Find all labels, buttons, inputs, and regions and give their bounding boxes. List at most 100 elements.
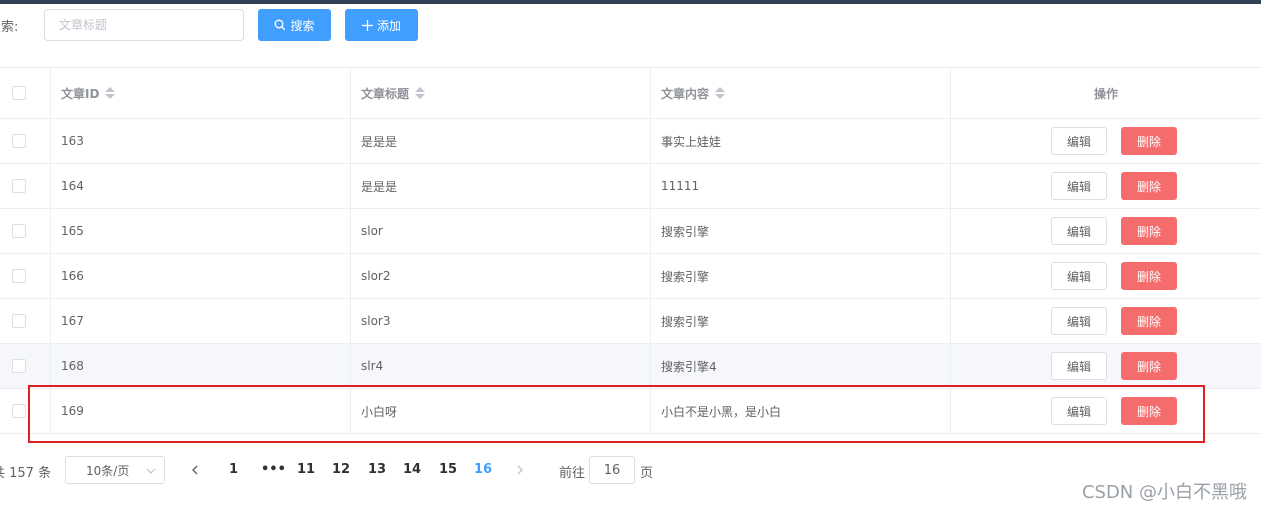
row-checkbox[interactable] <box>12 404 26 418</box>
table-row: 164 是是是 11111 编辑 删除 <box>0 164 1261 209</box>
id-cell: 164 <box>51 164 351 208</box>
page-14[interactable]: 14 <box>403 462 421 477</box>
operations-cell: 编辑 删除 <box>951 119 1261 163</box>
table-row: 165 slor 搜索引擎 编辑 删除 <box>0 209 1261 254</box>
edit-button[interactable]: 编辑 <box>1051 127 1107 155</box>
article-content: 11111 <box>661 179 700 193</box>
sort-caret-icon[interactable] <box>415 87 426 99</box>
content-cell: 搜索引擎 <box>651 299 951 343</box>
title-cell: slr4 <box>351 344 651 388</box>
top-bar <box>0 0 1261 4</box>
header-content-label: 文章内容 <box>661 86 710 101</box>
content-cell: 搜索引擎 <box>651 254 951 298</box>
page-ellipsis[interactable]: ••• <box>261 462 286 477</box>
search-button[interactable]: 搜索 <box>258 9 331 41</box>
edit-button[interactable]: 编辑 <box>1051 352 1107 380</box>
page-11[interactable]: 11 <box>297 462 315 477</box>
edit-button[interactable]: 编辑 <box>1051 217 1107 245</box>
table-row: 163 是是是 事实上娃娃 编辑 删除 <box>0 119 1261 164</box>
plus-icon <box>361 19 373 31</box>
add-button-label: 添加 <box>376 18 401 33</box>
header-operations-label: 操作 <box>1093 86 1118 101</box>
row-checkbox-cell <box>0 164 51 208</box>
highlight-annotation-box <box>28 385 1205 443</box>
row-checkbox-cell <box>0 119 51 163</box>
title-cell: 是是是 <box>351 119 651 163</box>
operations-cell: 编辑 删除 <box>951 209 1261 253</box>
row-checkbox[interactable] <box>12 269 26 283</box>
sort-caret-icon[interactable] <box>105 87 116 99</box>
content-cell: 事实上娃娃 <box>651 119 951 163</box>
search-label: 搜索: <box>0 20 19 35</box>
title-cell: 是是是 <box>351 164 651 208</box>
select-all-checkbox[interactable] <box>12 86 26 100</box>
edit-button[interactable]: 编辑 <box>1051 307 1107 335</box>
operations-cell: 编辑 删除 <box>951 164 1261 208</box>
article-content: 搜索引擎 <box>661 269 710 284</box>
article-id: 163 <box>61 134 84 148</box>
page-16-current[interactable]: 16 <box>474 462 492 477</box>
article-content: 事实上娃娃 <box>661 134 722 149</box>
header-content-cell[interactable]: 文章内容 <box>651 68 951 118</box>
search-icon <box>274 19 286 31</box>
content-cell: 搜索引擎4 <box>651 344 951 388</box>
article-title: slor2 <box>361 269 391 283</box>
prev-page-button[interactable] <box>188 462 202 478</box>
edit-button[interactable]: 编辑 <box>1051 172 1107 200</box>
page-12[interactable]: 12 <box>332 462 350 477</box>
operations-cell: 编辑 删除 <box>951 299 1261 343</box>
article-title: slor <box>361 224 383 238</box>
row-checkbox[interactable] <box>12 224 26 238</box>
goto-page-input[interactable] <box>589 456 635 484</box>
goto-label: 前往 <box>559 466 586 481</box>
row-checkbox[interactable] <box>12 134 26 148</box>
page-15[interactable]: 15 <box>439 462 457 477</box>
table-row: 166 slor2 搜索引擎 编辑 删除 <box>0 254 1261 299</box>
delete-button[interactable]: 删除 <box>1121 127 1177 155</box>
total-count: 共 157 条 <box>0 466 52 481</box>
id-cell: 163 <box>51 119 351 163</box>
next-page-button[interactable] <box>513 462 527 478</box>
delete-button[interactable]: 删除 <box>1121 307 1177 335</box>
search-input[interactable] <box>44 9 244 41</box>
row-checkbox[interactable] <box>12 179 26 193</box>
article-id: 165 <box>61 224 84 238</box>
id-cell: 167 <box>51 299 351 343</box>
delete-button[interactable]: 删除 <box>1121 352 1177 380</box>
header-title-cell[interactable]: 文章标题 <box>351 68 651 118</box>
content-cell: 11111 <box>651 164 951 208</box>
delete-button[interactable]: 删除 <box>1121 262 1177 290</box>
title-cell: slor <box>351 209 651 253</box>
article-id: 168 <box>61 359 84 373</box>
article-content: 搜索引擎 <box>661 314 710 329</box>
header-operations-cell: 操作 <box>951 68 1261 118</box>
operations-cell: 编辑 删除 <box>951 254 1261 298</box>
page-unit-label: 页 <box>640 466 654 481</box>
row-checkbox[interactable] <box>12 359 26 373</box>
page-1[interactable]: 1 <box>229 462 238 477</box>
header-id-cell[interactable]: 文章ID <box>51 68 351 118</box>
add-button[interactable]: 添加 <box>345 9 418 41</box>
delete-button[interactable]: 删除 <box>1121 172 1177 200</box>
article-title: 是是是 <box>361 179 398 194</box>
title-cell: slor2 <box>351 254 651 298</box>
header-title-label: 文章标题 <box>361 86 410 101</box>
row-checkbox-cell <box>0 209 51 253</box>
article-title: slor3 <box>361 314 391 328</box>
row-checkbox-cell <box>0 254 51 298</box>
header-checkbox-cell <box>0 68 51 118</box>
page-size-select[interactable]: 10条/页 <box>65 456 165 484</box>
operations-cell: 编辑 删除 <box>951 344 1261 388</box>
row-checkbox[interactable] <box>12 314 26 328</box>
page-13[interactable]: 13 <box>368 462 386 477</box>
title-cell: slor3 <box>351 299 651 343</box>
article-content: 搜索引擎 <box>661 224 710 239</box>
delete-button[interactable]: 删除 <box>1121 217 1177 245</box>
edit-button[interactable]: 编辑 <box>1051 262 1107 290</box>
row-checkbox-cell <box>0 344 51 388</box>
sort-caret-icon[interactable] <box>715 87 726 99</box>
id-cell: 168 <box>51 344 351 388</box>
article-content: 搜索引擎4 <box>661 359 717 374</box>
header-id-label: 文章ID <box>61 86 100 101</box>
id-cell: 165 <box>51 209 351 253</box>
